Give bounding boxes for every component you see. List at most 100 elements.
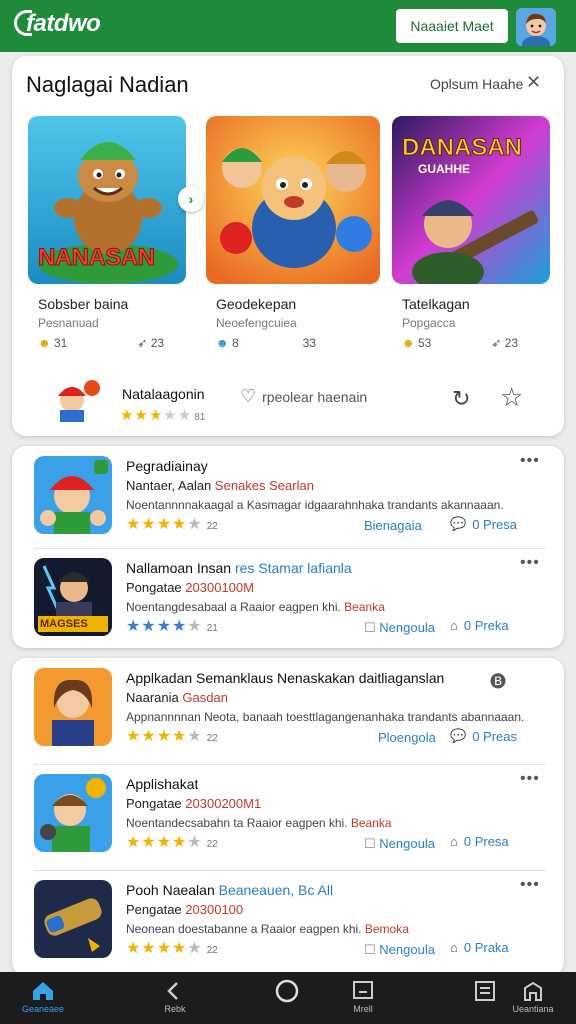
featured-app-stats: ☻ 53 ➶ 23 <box>402 336 518 350</box>
mini-app-icon[interactable] <box>50 376 102 422</box>
app-desc: Neonean doestabanne a Raaior eagpen khi.… <box>126 922 409 936</box>
app-action-secondary[interactable]: ⌂ 0 Praka <box>450 940 509 955</box>
nav-label: Ueantiana <box>512 1004 554 1014</box>
featured-app-sub: Pesnanuad <box>38 316 99 330</box>
app-desc: Noentandecsabahn ta Raaior eagpen khi. B… <box>126 816 392 830</box>
more-options-icon[interactable]: ••• <box>520 770 540 788</box>
carousel-next-icon[interactable]: › <box>178 186 204 212</box>
app-name: Pegradiainay <box>126 458 208 474</box>
checkbox-icon: ☐ <box>364 836 376 851</box>
featured-art-subtitle: GUAHHE <box>418 162 471 176</box>
stat-rating: ☻ 8 <box>216 336 239 350</box>
list-item[interactable]: Applishakat Pongatae 20300200M1 Noentand… <box>12 764 564 868</box>
app-action-secondary[interactable]: 💬 0 Preas <box>450 728 517 744</box>
app-logo[interactable]: fatdwo <box>14 10 101 38</box>
comment-icon: 💬 <box>450 728 467 743</box>
featured-app-card[interactable]: NANASAN Sobsber baina Pesnanuad ☻ 31 ➶ 2… <box>28 116 186 350</box>
smile-icon: ☻ <box>38 336 51 350</box>
featured-app-card[interactable]: DANASAN GUAHHE Tatelkagan Popgacca ☻ 53 … <box>392 116 550 350</box>
smile-icon: ☻ <box>402 336 415 350</box>
game-art-characters-icon <box>206 116 380 284</box>
stat-shares: ➶ 23 <box>491 336 519 350</box>
app-action-primary[interactable]: ☐ Nengoula <box>364 942 435 958</box>
app-sub: Pongatae 20300100M <box>126 580 254 595</box>
back-icon <box>140 978 210 1004</box>
top-app-bar: fatdwo Naaaiet Maet <box>0 0 576 52</box>
more-options-icon[interactable]: ••• <box>520 452 540 470</box>
nav-label: Rebk <box>164 1004 186 1014</box>
profile-icon <box>498 978 568 1004</box>
featured-app-sub: Neoefengcuiea <box>216 316 297 330</box>
app-rating: ★★★★★ 22 <box>126 728 218 745</box>
list-item[interactable]: Pegradiainay Nantaer, Aalan Senakes Sear… <box>12 446 564 550</box>
app-icon <box>34 774 112 852</box>
nav-label: Geaneaee <box>21 1004 65 1014</box>
star-outline-icon[interactable]: ☆ <box>500 382 523 413</box>
app-name: Pooh Naealan Beaneauen, Bc All <box>126 882 334 898</box>
checkbox-icon: ☐ <box>364 942 376 957</box>
more-options-icon[interactable]: ••• <box>520 876 540 894</box>
app-rating: ★★★★★ 22 <box>126 834 218 851</box>
app-rating: ★★★★★ 22 <box>126 516 218 533</box>
featured-app-card[interactable]: Geodekepan Neoefengcuiea ☻ 8 33 <box>206 116 380 350</box>
featured-app-stats: ☻ 8 33 <box>216 336 316 350</box>
app-rating: ★★★★★ 22 <box>126 940 218 957</box>
scroll-item-icon <box>34 880 112 958</box>
app-desc: Appnannnnan Neota, banaah toesttlagangen… <box>126 710 525 724</box>
app-sub: Nantaer, Aalan Senakes Searlan <box>126 478 314 493</box>
close-icon[interactable]: ✕ <box>526 72 541 93</box>
heart-outline-icon: ♡ <box>240 386 257 406</box>
stat-shares: ➶ 23 <box>137 336 165 350</box>
app-desc: Noentannnnakaagal a Kasmagar idgaarahnha… <box>126 498 504 512</box>
app-action-secondary[interactable]: 💬 0 Presa <box>450 516 517 532</box>
app-name: Nallamoan Insan res Stamar lafianla <box>126 560 352 576</box>
mini-app-rating: ★★★★★ 81 <box>120 407 206 424</box>
stat-rating: ☻ 31 <box>38 336 68 350</box>
list-item[interactable]: Applkadan Semanklaus Nenaskakan daitliag… <box>12 658 564 762</box>
circle-home-icon <box>252 978 322 1004</box>
featured-app-name: Tatelkagan <box>402 296 470 312</box>
app-icon: MAGSES <box>34 558 112 636</box>
header-action-button[interactable]: Naaaiet Maet <box>396 9 508 43</box>
app-rating: ★★★★★ 21 <box>126 618 218 635</box>
tag-icon: ⌂ <box>450 940 458 955</box>
avatar[interactable] <box>516 8 556 46</box>
refresh-icon[interactable]: ↻ <box>452 386 470 412</box>
nav-item-circle-home[interactable] <box>252 978 322 1004</box>
more-options-icon[interactable]: ••• <box>520 554 540 572</box>
woman-portrait-icon <box>34 668 112 746</box>
cartoon-boy-icon <box>50 376 102 422</box>
app-list-card: Pegradiainay Nantaer, Aalan Senakes Sear… <box>12 446 564 648</box>
avatar-face-icon <box>516 8 556 46</box>
share-icon: ➶ <box>491 336 502 350</box>
featured-app-name: Geodekepan <box>216 296 297 312</box>
app-action-secondary[interactable]: ⌂ 0 Presa <box>450 834 509 849</box>
tag-icon: ⌂ <box>450 834 458 849</box>
app-action-secondary[interactable]: ⌂ 0 Preka <box>450 618 509 633</box>
featured-app-stats: ☻ 31 ➶ 23 <box>38 336 164 350</box>
list-item[interactable]: MAGSES Nallamoan Insan res Stamar lafian… <box>12 548 564 652</box>
app-sub: Naarania Gasdan <box>126 690 228 705</box>
app-icon-text: MAGSES <box>40 618 88 630</box>
list-item[interactable]: Pooh Naealan Beaneauen, Bc All Pengatae … <box>12 870 564 974</box>
stat-rating: ☻ 53 <box>402 336 432 350</box>
featured-app-image: DANASAN GUAHHE <box>392 116 550 284</box>
nav-item-home[interactable]: Geaneaee <box>8 978 78 1014</box>
nav-item-square[interactable]: Mrell <box>328 978 398 1014</box>
nav-item-profile[interactable]: Ueantiana <box>498 978 568 1014</box>
featured-see-all-link[interactable]: Oplsum Haahe <box>430 76 523 92</box>
stat-shares: 33 <box>302 336 317 350</box>
featured-art-text: NANASAN <box>38 244 156 272</box>
nav-item-back[interactable]: Rebk <box>140 978 210 1014</box>
app-action-primary[interactable]: Bienagaia <box>364 518 422 533</box>
mini-app-action[interactable]: ♡ rpeolear haenain <box>240 386 367 407</box>
app-action-primary[interactable]: Ploengola <box>378 730 436 745</box>
tag-icon: ⌂ <box>450 618 458 633</box>
bottom-nav: Geaneaee Rebk Mrell Ueantiana <box>0 972 576 1024</box>
featured-card: Naglagai Nadian Oplsum Haahe ✕ NANASAN S… <box>12 56 564 436</box>
app-action-primary[interactable]: ☐ Nengoula <box>364 620 435 636</box>
app-name: Applishakat <box>126 776 199 792</box>
home-icon <box>8 978 78 1004</box>
app-icon <box>34 880 112 958</box>
app-action-primary[interactable]: ☐ Nengoula <box>364 836 435 852</box>
